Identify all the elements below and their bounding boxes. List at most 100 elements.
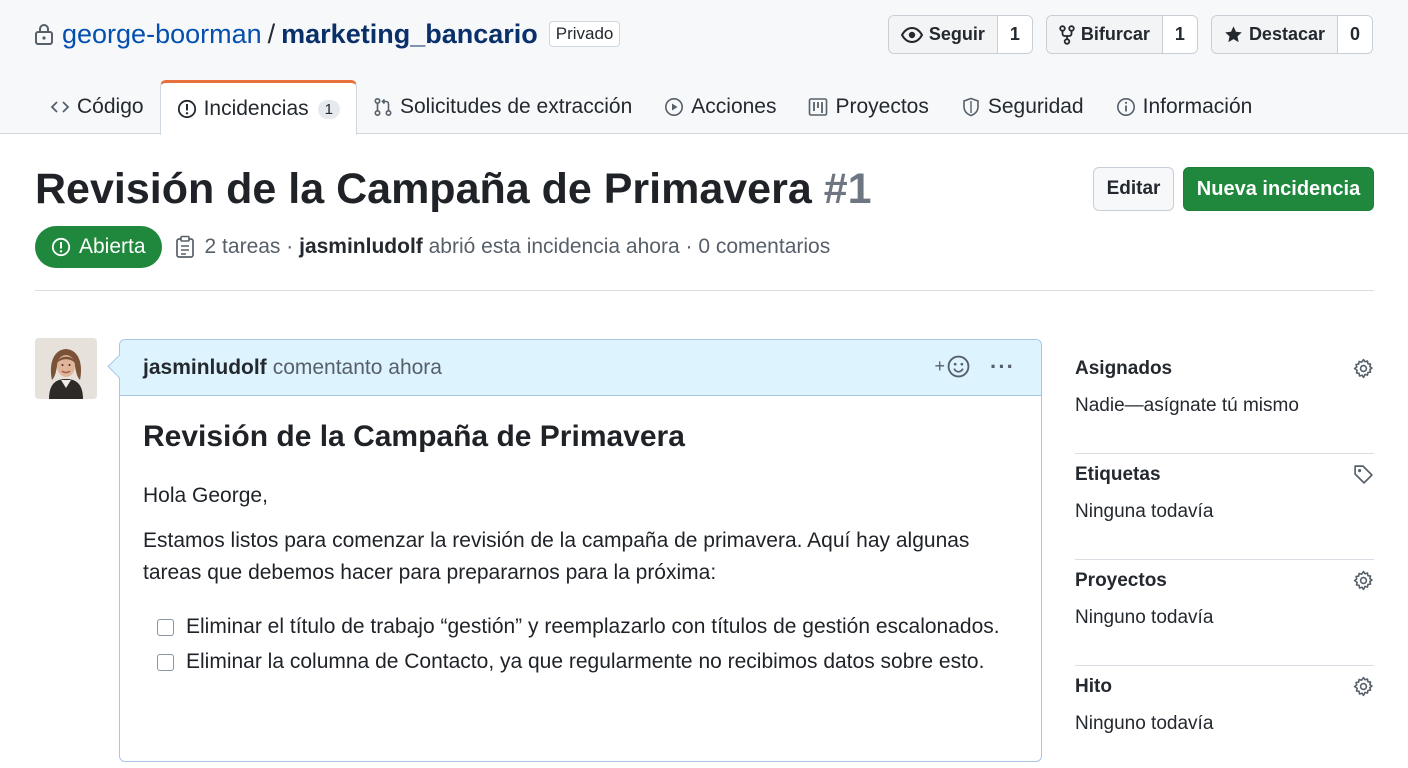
star-button-group: Destacar 0 bbox=[1210, 15, 1373, 54]
watch-label: Seguir bbox=[928, 24, 985, 44]
sidebar-value[interactable]: Nadie—asígnate tú mismo bbox=[1075, 395, 1299, 417]
comment-heading: Revisión de la Campaña de Primavera bbox=[143, 420, 685, 453]
repo-name-link[interactable]: marketing_bancario bbox=[281, 19, 538, 50]
issue-title-text: Revisión de la Campaña de Primavera bbox=[35, 165, 812, 213]
watch-button-group: Seguir 1 bbox=[887, 15, 1033, 54]
repo-owner-link[interactable]: george-boorman bbox=[62, 19, 262, 50]
status-label: Abierta bbox=[79, 235, 146, 258]
comment-tools: + ··· bbox=[935, 355, 1016, 378]
repo-actions: Seguir 1 Bifurcar 1 Destacar 0 bbox=[887, 15, 1373, 54]
eye-icon bbox=[900, 26, 923, 43]
user-avatar-image bbox=[35, 338, 97, 399]
tab-issues[interactable]: Incidencias 1 bbox=[159, 80, 357, 135]
issue-title: Revisión de la Campaña de Primavera #1 bbox=[35, 165, 872, 214]
status-badge: Abierta bbox=[35, 226, 162, 268]
gear-icon[interactable] bbox=[1353, 358, 1374, 379]
tab-security[interactable]: Seguridad bbox=[945, 80, 1100, 134]
code-icon bbox=[50, 101, 70, 113]
issue-number: #1 bbox=[823, 165, 872, 213]
task-list: Eliminar el título de trabajo “gestión” … bbox=[143, 611, 1018, 678]
meta-separator: · bbox=[679, 235, 699, 258]
issue-icon bbox=[177, 99, 196, 119]
list-item: Eliminar el título de trabajo “gestión” … bbox=[143, 611, 1018, 643]
sidebar-heading[interactable]: Etiquetas bbox=[1075, 464, 1161, 486]
comment-paragraph: Estamos listos para comenzar la revisión… bbox=[143, 529, 970, 584]
task-checkbox[interactable] bbox=[157, 654, 174, 671]
comment-author-link[interactable]: jasminludolf bbox=[143, 356, 267, 380]
tab-code-label: Código bbox=[77, 95, 144, 118]
comment-greeting: Hola George, bbox=[143, 484, 268, 507]
tab-security-label: Seguridad bbox=[987, 95, 1084, 118]
sidebar-projects: Proyectos Ninguno todavía bbox=[1075, 560, 1374, 666]
repo-separator: / bbox=[267, 18, 276, 49]
tab-code[interactable]: Código bbox=[34, 80, 160, 134]
add-reaction-button[interactable]: + bbox=[935, 355, 971, 378]
comment-body: Revisión de la Campaña de Primavera Hola… bbox=[120, 396, 1041, 703]
new-issue-button[interactable]: Nueva incidencia bbox=[1183, 167, 1374, 211]
gear-icon[interactable] bbox=[1353, 676, 1374, 697]
star-button[interactable]: Destacar bbox=[1211, 16, 1338, 53]
sidebar-value: Ninguna todavía bbox=[1075, 501, 1214, 522]
sidebar-heading[interactable]: Hito bbox=[1075, 676, 1112, 698]
fork-button[interactable]: Bifurcar bbox=[1046, 16, 1163, 53]
repo-nav-tabs: Código Incidencias 1 Solicitudes de extr… bbox=[34, 80, 1269, 135]
tab-projects[interactable]: Proyectos bbox=[792, 80, 944, 134]
watch-count[interactable]: 1 bbox=[997, 16, 1032, 53]
smiley-icon bbox=[947, 355, 970, 378]
tag-icon[interactable] bbox=[1353, 464, 1374, 485]
task-count[interactable]: 2 tareas bbox=[205, 235, 281, 258]
tab-projects-label: Proyectos bbox=[835, 95, 929, 118]
watch-button[interactable]: Seguir bbox=[888, 16, 998, 53]
play-icon bbox=[665, 98, 684, 116]
issue-comment: jasminludolf comentanto ahora + ··· Revi… bbox=[119, 339, 1042, 762]
issues-counter: 1 bbox=[317, 99, 340, 119]
sidebar-value: Ninguno todavía bbox=[1075, 607, 1214, 628]
opened-text: abrió esta incidencia ahora bbox=[422, 235, 680, 258]
comment-count: 0 comentarios bbox=[698, 235, 831, 258]
header-divider bbox=[35, 290, 1374, 291]
fork-count[interactable]: 1 bbox=[1162, 16, 1197, 53]
sidebar-labels: Etiquetas Ninguna todavía bbox=[1075, 454, 1374, 560]
meta-separator: · bbox=[280, 235, 300, 258]
repo-title: george-boorman / marketing_bancario Priv… bbox=[34, 16, 621, 52]
clipboard-icon bbox=[175, 235, 194, 258]
tab-insights[interactable]: Información bbox=[1100, 80, 1269, 134]
sidebar-value: Ninguno todavía bbox=[1075, 713, 1214, 734]
info-icon bbox=[1116, 98, 1135, 116]
sidebar-heading[interactable]: Asignados bbox=[1075, 358, 1172, 380]
list-item: Eliminar la columna de Contacto, ya que … bbox=[143, 646, 1018, 678]
project-icon bbox=[809, 98, 828, 116]
avatar[interactable] bbox=[35, 338, 97, 399]
tab-pull-requests-label: Solicitudes de extracción bbox=[399, 95, 633, 118]
tab-issues-label: Incidencias bbox=[203, 97, 309, 120]
pull-request-icon bbox=[374, 97, 392, 117]
fork-icon bbox=[1059, 24, 1075, 45]
star-count[interactable]: 0 bbox=[1338, 16, 1372, 53]
star-icon bbox=[1225, 26, 1242, 43]
issue-sidebar: Asignados Nadie—asígnate tú mismo Etique… bbox=[1075, 348, 1374, 768]
issue-meta: 2 tareas · jasminludolf abrió esta incid… bbox=[205, 235, 831, 259]
plus-label: + bbox=[934, 356, 946, 376]
task-text: Eliminar la columna de Contacto, ya que … bbox=[186, 650, 985, 673]
comment-header: jasminludolf comentanto ahora + ··· bbox=[120, 340, 1041, 396]
kebab-menu-icon[interactable]: ··· bbox=[990, 355, 1015, 377]
repo-header: george-boorman / marketing_bancario Priv… bbox=[0, 0, 1408, 135]
tab-insights-label: Información bbox=[1142, 95, 1253, 118]
visibility-badge: Privado bbox=[548, 21, 621, 47]
gear-icon[interactable] bbox=[1353, 570, 1374, 591]
fork-label: Bifurcar bbox=[1080, 24, 1150, 44]
issue-meta-row: Abierta 2 tareas · jasminludolf abrió es… bbox=[35, 226, 830, 268]
lock-icon bbox=[35, 24, 53, 45]
sidebar-milestone: Hito Ninguno todavía bbox=[1075, 666, 1374, 768]
star-label: Destacar bbox=[1248, 24, 1325, 44]
tab-actions[interactable]: Acciones bbox=[648, 80, 792, 134]
task-checkbox[interactable] bbox=[157, 619, 174, 636]
shield-icon bbox=[963, 97, 979, 117]
edit-button[interactable]: Editar bbox=[1093, 167, 1174, 211]
tab-pull-requests[interactable]: Solicitudes de extracción bbox=[357, 80, 648, 134]
issue-author-link[interactable]: jasminludolf bbox=[299, 235, 423, 258]
issue-open-icon bbox=[51, 237, 71, 257]
tab-actions-label: Acciones bbox=[691, 95, 777, 118]
sidebar-assignees: Asignados Nadie—asígnate tú mismo bbox=[1075, 348, 1374, 454]
sidebar-heading[interactable]: Proyectos bbox=[1075, 570, 1167, 592]
